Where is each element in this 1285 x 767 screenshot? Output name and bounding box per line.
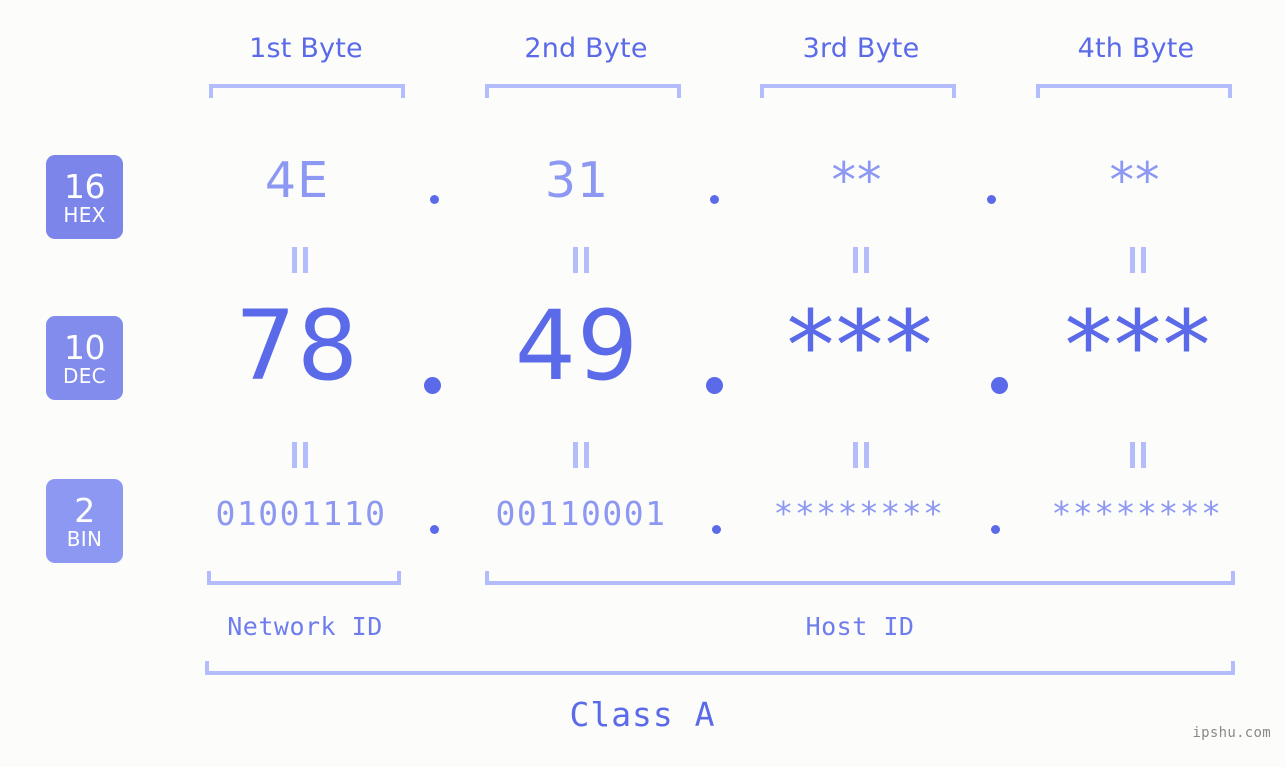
hex-separator-dot-1 [430,195,439,204]
class-bracket [205,661,1235,675]
byte-bracket-top-3 [760,84,956,98]
radix-badge-dec: 10 DEC [46,316,123,400]
hex-byte-1: 4E [264,152,330,209]
network-id-bracket [207,571,401,585]
radix-badge-bin-label: BIN [66,526,103,551]
equals-marker-dec-bin-3 [851,442,871,468]
bin-byte-4: ******** [1051,494,1223,533]
equals-marker-hex-dec-1 [290,247,310,273]
byte-bracket-top-4 [1036,84,1232,98]
host-id-bracket [485,571,1235,585]
byte-header-2: 2nd Byte [524,33,648,64]
radix-badge-dec-label: DEC [63,363,106,388]
byte-bracket-top-2 [485,84,681,98]
hex-byte-4: ** [1109,152,1161,209]
dec-byte-4: *** [1064,290,1212,402]
byte-header-1: 1st Byte [249,33,363,64]
equals-marker-dec-bin-4 [1128,442,1148,468]
class-label: Class A [569,695,716,734]
hex-byte-2: 31 [544,152,610,209]
radix-badge-dec-number: 10 [64,327,106,367]
equals-marker-dec-bin-1 [290,442,310,468]
radix-badge-bin: 2 BIN [46,479,123,563]
radix-badge-hex: 16 HEX [46,155,123,239]
network-id-label: Network ID [227,612,383,641]
radix-badge-hex-label: HEX [63,202,106,227]
equals-marker-hex-dec-2 [571,247,591,273]
radix-badge-bin-number: 2 [74,490,95,530]
hex-separator-dot-2 [710,195,719,204]
host-id-label: Host ID [805,612,915,641]
dec-separator-dot-1 [424,377,441,394]
radix-badge-hex-number: 16 [64,166,106,206]
equals-marker-hex-dec-3 [851,247,871,273]
byte-bracket-top-1 [209,84,405,98]
site-watermark: ipshu.com [1192,725,1271,741]
equals-marker-hex-dec-4 [1128,247,1148,273]
ip-byte-breakdown-diagram: 1st Byte 2nd Byte 3rd Byte 4th Byte 16 H… [0,0,1285,767]
bin-separator-dot-3 [991,525,1000,534]
dec-byte-2: 49 [514,290,640,402]
dec-separator-dot-3 [991,377,1008,394]
bin-byte-1: 01001110 [215,494,387,533]
hex-separator-dot-3 [987,195,996,204]
bin-byte-3: ******** [773,494,945,533]
dec-separator-dot-2 [706,377,723,394]
bin-separator-dot-1 [430,525,439,534]
byte-header-3: 3rd Byte [802,33,920,64]
dec-byte-3: *** [786,290,934,402]
hex-byte-3: ** [831,152,883,209]
bin-separator-dot-2 [712,525,721,534]
bin-byte-2: 00110001 [495,494,667,533]
dec-byte-1: 78 [234,290,360,402]
byte-header-4: 4th Byte [1077,33,1195,64]
equals-marker-dec-bin-2 [571,442,591,468]
